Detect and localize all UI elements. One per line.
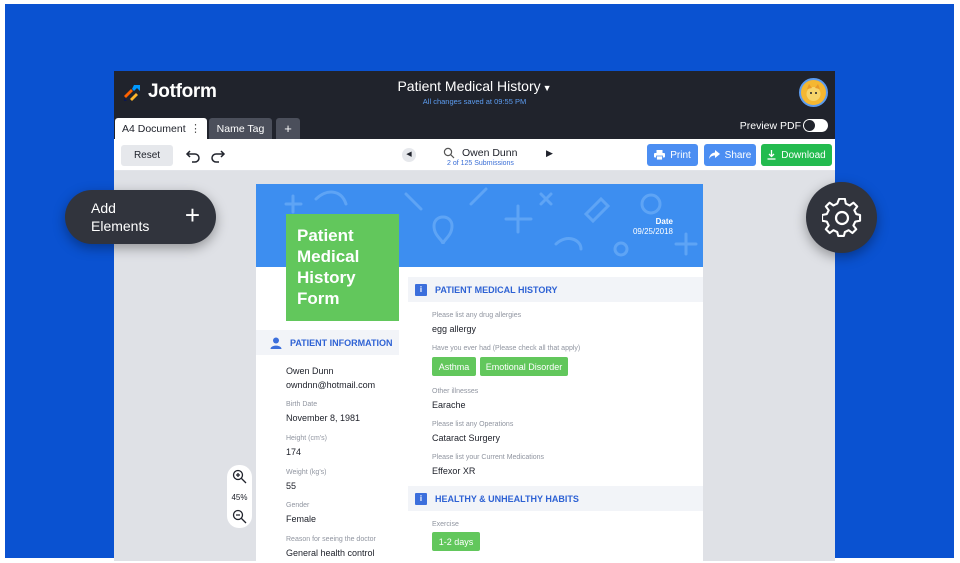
save-status: All changes saved at 09:55 PM — [422, 97, 527, 106]
reason-value[interactable]: General health control — [286, 548, 375, 558]
preview-pdf-toggle[interactable] — [803, 119, 828, 132]
submission-count: 2 of 125 Submissions — [447, 160, 514, 167]
add-tab-button[interactable]: + — [276, 118, 300, 139]
form-builder-window: Jotform Patient Medical History ▼ All cha… — [114, 71, 835, 561]
section-healthy-unhealthy-habits[interactable]: i HEALTHY & UNHEALTHY HABITS — [408, 486, 703, 511]
print-label: Print — [670, 149, 691, 161]
add-elements-label: Add Elements — [91, 199, 161, 235]
zoom-in-icon[interactable] — [232, 469, 247, 484]
print-button[interactable]: Print — [647, 144, 698, 166]
share-button[interactable]: Share — [704, 144, 756, 166]
birth-date-value[interactable]: November 8, 1981 — [286, 413, 360, 423]
section-patient-medical-history[interactable]: i PATIENT MEDICAL HISTORY — [408, 277, 703, 302]
field-label: Exercise — [432, 521, 459, 528]
zoom-control: 45% — [227, 465, 252, 528]
form-title[interactable]: Patient Medical History Form — [286, 214, 399, 321]
field-label: Please list any Operations — [432, 421, 514, 428]
document-title-text: Patient Medical History — [397, 78, 541, 94]
redo-icon[interactable] — [210, 147, 226, 163]
tab-name-tag[interactable]: Name Tag — [209, 118, 272, 139]
section-title: PATIENT MEDICAL HISTORY — [435, 284, 558, 295]
chevron-down-icon[interactable]: ▼ — [543, 83, 552, 93]
undo-icon[interactable] — [185, 147, 201, 163]
date-label: Date — [655, 217, 673, 226]
tab-bar: A4 Document ⋮ Name Tag + — [114, 113, 835, 139]
next-submission-button[interactable]: ▶ — [546, 148, 553, 159]
zoom-level: 45% — [231, 493, 248, 502]
medications-value[interactable]: Effexor XR — [432, 466, 475, 476]
gender-value[interactable]: Female — [286, 514, 316, 524]
field-label: Height (cm's) — [286, 435, 328, 442]
reset-button[interactable]: Reset — [121, 145, 173, 166]
weight-value[interactable]: 55 — [286, 481, 296, 491]
exercise-chip[interactable]: 1-2 days — [432, 532, 480, 551]
pdf-page[interactable]: Date 09/25/2018 Patient Medical History … — [256, 184, 703, 561]
printer-icon — [654, 150, 666, 160]
section-patient-information[interactable]: PATIENT INFORMATION — [256, 330, 399, 355]
share-label: Share — [724, 149, 752, 161]
tab-label: A4 Document — [122, 122, 186, 135]
field-label: Gender — [286, 502, 310, 509]
tab-a4-document[interactable]: A4 Document ⋮ — [115, 118, 207, 139]
download-button[interactable]: Download — [761, 144, 832, 166]
download-icon — [767, 150, 776, 160]
toolbar: Reset ◀ Owen Dunn 2 of 125 Submissions ▶… — [114, 139, 835, 171]
patient-email[interactable]: owndnn@hotmail.com — [286, 380, 375, 390]
operations-value[interactable]: Cataract Surgery — [432, 433, 500, 443]
section-title: HEALTHY & UNHEALTHY HABITS — [435, 493, 579, 504]
info-icon: i — [415, 492, 427, 505]
preview-pdf-label: Preview PDF — [739, 120, 801, 132]
submission-name[interactable]: Owen Dunn — [462, 147, 517, 159]
other-illnesses-value[interactable]: Earache — [432, 400, 466, 410]
add-elements-text: Add Elements — [91, 200, 150, 234]
plus-icon: + — [184, 200, 200, 230]
field-label: Weight (kg's) — [286, 469, 327, 476]
field-label: Birth Date — [286, 401, 318, 408]
top-bar: Jotform Patient Medical History ▼ All cha… — [114, 71, 835, 113]
section-title: PATIENT INFORMATION — [290, 337, 393, 348]
field-label: Other illnesses — [432, 388, 479, 395]
plus-icon: + — [284, 121, 292, 136]
gear-icon — [821, 197, 861, 237]
add-elements-button[interactable]: Add Elements + — [65, 190, 216, 244]
tab-label: Name Tag — [216, 122, 265, 135]
condition-chip[interactable]: Emotional Disorder — [480, 357, 568, 376]
field-label: Please list any drug allergies — [432, 312, 522, 319]
previous-submission-button[interactable]: ◀ — [402, 148, 416, 162]
zoom-out-icon[interactable] — [232, 509, 247, 524]
date-value: 09/25/2018 — [632, 227, 673, 236]
settings-button[interactable] — [806, 182, 877, 253]
document-title[interactable]: Patient Medical History ▼ — [114, 78, 835, 94]
field-label: Have you ever had (Please check all that… — [432, 345, 581, 352]
field-label: Reason for seeing the doctor — [286, 536, 376, 543]
user-avatar-icon[interactable] — [799, 78, 828, 107]
patient-name[interactable]: Owen Dunn — [286, 366, 334, 376]
more-options-icon[interactable]: ⋮ — [190, 122, 201, 135]
share-arrow-icon — [708, 150, 720, 159]
download-label: Download — [781, 149, 826, 161]
condition-chip[interactable]: Asthma — [432, 357, 476, 376]
field-label: Please list your Current Medications — [432, 454, 545, 461]
search-icon[interactable] — [443, 147, 455, 159]
user-icon — [270, 337, 282, 349]
height-value[interactable]: 174 — [286, 447, 301, 457]
info-icon: i — [415, 283, 427, 296]
allergies-value[interactable]: egg allergy — [432, 324, 476, 334]
